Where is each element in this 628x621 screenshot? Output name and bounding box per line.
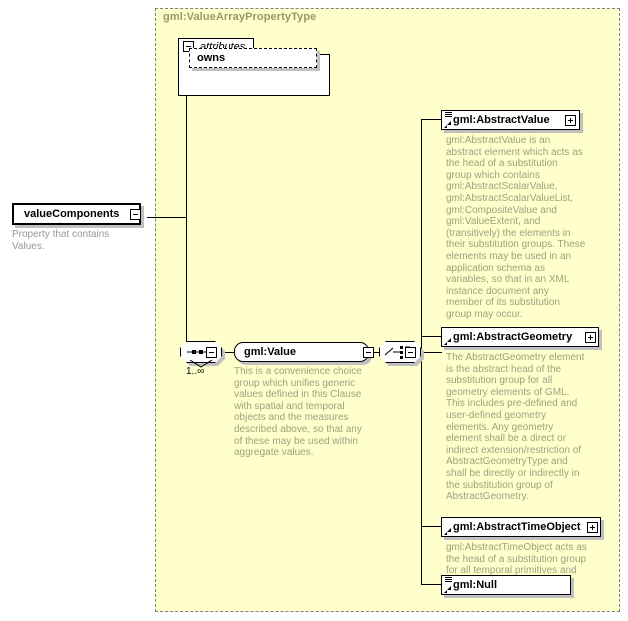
complex-type-title: gml:ValueArrayPropertyType bbox=[163, 11, 317, 23]
element-value-components-documentation: Property that contains Values. bbox=[12, 229, 110, 252]
element-gml-null[interactable]: gml:Null bbox=[441, 575, 571, 595]
connector-branch-abstractgeometry bbox=[421, 336, 441, 337]
element-value-components-expander[interactable] bbox=[130, 209, 141, 220]
type-lines-icon bbox=[445, 577, 452, 582]
connector-branch-null bbox=[421, 584, 441, 585]
attribute-owns-label: owns bbox=[197, 51, 226, 64]
reference-arrow-icon bbox=[444, 528, 451, 535]
connector-branch-abstractvalue bbox=[421, 119, 441, 120]
connector-branch-abstracttimeobject bbox=[421, 526, 441, 527]
element-icons-abstractvalue bbox=[444, 111, 453, 129]
connector-trunk-down bbox=[186, 217, 187, 352]
element-gml-abstracttimeobject[interactable]: gml:AbstractTimeObject bbox=[441, 517, 601, 537]
element-gml-abstractgeometry-label: gml:AbstractGeometry bbox=[453, 330, 573, 343]
schema-diagram-canvas: gml:ValueArrayPropertyType valueComponen… bbox=[0, 0, 628, 621]
element-icons-abstractgeometry bbox=[444, 328, 453, 346]
attribute-owns[interactable]: owns bbox=[189, 48, 317, 68]
element-gml-abstractgeometry-documentation: The AbstractGeometry element is the abst… bbox=[446, 352, 585, 503]
element-value-components-label: valueComponents bbox=[24, 207, 120, 220]
connector-trunk-vertical bbox=[186, 75, 187, 218]
connector-root-to-trunk bbox=[147, 217, 187, 218]
reference-arrow-icon bbox=[444, 338, 451, 345]
element-gml-abstracttimeobject-label: gml:AbstractTimeObject bbox=[453, 520, 581, 533]
element-icons-abstracttimeobject bbox=[444, 518, 453, 536]
element-gml-abstractvalue[interactable]: gml:AbstractValue bbox=[441, 110, 580, 130]
element-gml-abstracttimeobject-expander[interactable] bbox=[587, 522, 598, 533]
element-gml-abstractgeometry[interactable]: gml:AbstractGeometry bbox=[441, 327, 599, 347]
sequence-occurrence-label: 1..∞ bbox=[186, 366, 205, 377]
reference-arrow-icon bbox=[444, 121, 451, 128]
element-gml-abstractvalue-label: gml:AbstractValue bbox=[453, 113, 550, 126]
type-lines-icon bbox=[445, 112, 452, 117]
element-gml-value[interactable]: gml:Value bbox=[234, 342, 369, 362]
attributes-group: attributes owns bbox=[178, 38, 330, 96]
reference-arrow-icon bbox=[444, 586, 451, 593]
element-gml-value-documentation: This is a convenience choice group which… bbox=[234, 366, 362, 459]
element-gml-abstractvalue-documentation: gml:AbstractValue is an abstract element… bbox=[446, 135, 586, 320]
element-value-components[interactable]: valueComponents bbox=[12, 203, 141, 225]
element-icons-null bbox=[444, 576, 453, 594]
element-gml-value-label: gml:Value bbox=[244, 345, 296, 358]
element-gml-abstractvalue-expander[interactable] bbox=[565, 115, 576, 126]
element-gml-null-label: gml:Null bbox=[453, 578, 497, 591]
element-gml-abstractgeometry-expander[interactable] bbox=[585, 332, 596, 343]
element-gml-value-expander[interactable] bbox=[363, 347, 374, 358]
sequence-compositor-expander[interactable] bbox=[206, 347, 217, 358]
choice-compositor-expander[interactable] bbox=[405, 347, 416, 358]
